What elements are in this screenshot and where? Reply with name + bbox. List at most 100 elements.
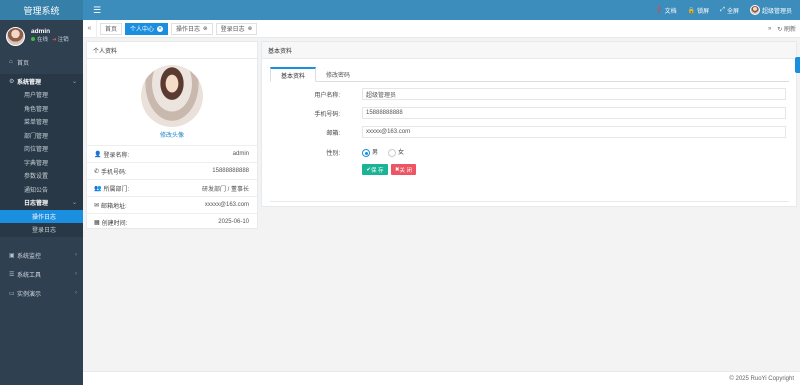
tab-basic-info[interactable]: 基本资料 — [270, 67, 317, 82]
list-item: ✆ 手机号码: 15888888888 — [87, 162, 257, 179]
online-status: 在线 — [31, 36, 48, 45]
list-item: ✉ 邮箱地址: xxxxx@163.com — [87, 196, 257, 213]
sidebar-item-posts[interactable]: 岗位管理 — [0, 142, 83, 156]
sidebar: 管理系统 admin 在线 ➜注销 ⌂ 首页 ⚙ 系统管理 ⌄ 用户管理 角色管理 菜… — [0, 0, 83, 385]
envelope-icon: ✉ — [94, 202, 100, 209]
group-icon: 👥 — [94, 185, 102, 192]
list-item: 👥 所属部门: 研发部门 / 董事长 — [87, 179, 257, 196]
video-icon: ▣ — [9, 252, 15, 259]
gender-radio-group: 男 女 — [362, 147, 404, 157]
refresh-icon: ↻ — [777, 27, 783, 33]
name-label: 用户名称: — [314, 92, 340, 99]
sidebar-nav-bottom: ▣ 系统监控 ‹ ☰ 系统工具 ‹ ▭ 实例演示 ‹ — [0, 246, 83, 303]
doc-button[interactable]: ❓ 文档 — [655, 6, 677, 15]
sidebar-item-operlog[interactable]: 操作日志 — [0, 209, 83, 223]
user-menu[interactable]: 超级管理员 — [749, 5, 792, 15]
close-icon[interactable]: ⊗ — [203, 26, 208, 32]
page-tabs: « 首页 个人中心 ✕ 操作日志 ⊗ 登录日志 ⊗ » ↻ 刷新 — [83, 19, 800, 38]
profile-info-list: 👤 登录名称: admin ✆ 手机号码: 15888888888 👥 所属部门: 研发部门… — [87, 145, 257, 230]
topbar-actions: ❓ 文档 🔒 锁屏 ⤢ 全屏 超级管理员 — [655, 0, 792, 20]
change-avatar-link[interactable]: 修改头像 — [87, 130, 257, 139]
email-field[interactable]: xxxxx@163.com — [362, 126, 786, 138]
avatar — [749, 5, 760, 15]
phone-icon: ✆ — [94, 168, 100, 175]
side-settings-tab[interactable] — [795, 57, 800, 73]
tab-home[interactable]: 首页 — [100, 22, 123, 35]
sidebar-item-menus[interactable]: 菜单管理 — [0, 115, 83, 129]
gear-icon: ⚙ — [9, 78, 15, 85]
footer: © 2025 RuoYi Copyright — [83, 371, 800, 385]
phone-field[interactable]: 15888888888 — [362, 107, 786, 119]
home-icon: ⌂ — [9, 59, 13, 65]
form-row-email: 邮箱: xxxxx@163.com — [262, 126, 798, 138]
chevron-down-icon: ⌄ — [71, 78, 77, 85]
user-name-field[interactable]: 超级管理员 — [362, 88, 786, 100]
form-row-gender: 性别: 男 女 — [262, 146, 798, 158]
gender-female-radio[interactable]: 女 — [388, 147, 404, 157]
sidebar-item-config[interactable]: 参数设置 — [0, 169, 83, 183]
chevron-down-icon: ⌄ — [71, 200, 77, 207]
topbar: ☰ ❓ 文档 🔒 锁屏 ⤢ 全屏 超级管理员 — [83, 0, 800, 20]
email-label: 邮箱: — [326, 130, 340, 137]
calendar-icon: ▦ — [94, 219, 100, 226]
copyright: © 2025 RuoYi Copyright — [729, 375, 794, 382]
basic-tabs: 基本资料 修改密码 — [270, 67, 789, 82]
tab-logininfo[interactable]: 登录日志 ⊗ — [215, 22, 258, 35]
sidebar-item-tools[interactable]: ☰ 系统工具 ‹ — [0, 265, 83, 284]
sidebar-item-roles[interactable]: 角色管理 — [0, 102, 83, 116]
sidebar-item-dict[interactable]: 字典管理 — [0, 156, 83, 170]
online-dot-icon — [31, 37, 35, 41]
refresh-button[interactable]: ↻ 刷新 — [777, 24, 796, 33]
system-submenu: 用户管理 角色管理 菜单管理 部门管理 岗位管理 字典管理 参数设置 通知公告 … — [0, 88, 83, 237]
menu-toggle-icon[interactable]: ☰ — [93, 5, 101, 16]
close-button[interactable]: ✖ 关 闭 — [391, 164, 416, 175]
user-name: admin — [31, 28, 51, 35]
sidebar-item-logininfo[interactable]: 登录日志 — [0, 223, 83, 237]
fullscreen-button[interactable]: ⤢ 全屏 — [720, 6, 739, 15]
close-icon[interactable]: ✕ — [157, 25, 164, 32]
sidebar-nav: ⌂ 首页 ⚙ 系统管理 ⌄ — [0, 55, 83, 88]
form-row-phone: 手机号码: 15888888888 — [262, 107, 798, 119]
sidebar-item-depts[interactable]: 部门管理 — [0, 129, 83, 143]
logout-icon: ➜ — [52, 37, 57, 43]
lock-icon: 🔒 — [687, 7, 696, 14]
desktop-icon: ▭ — [9, 290, 15, 297]
gender-male-radio[interactable]: 男 — [362, 147, 378, 157]
profile-card: 个人资料 修改头像 👤 登录名称: admin ✆ 手机号码: 15888888888 … — [86, 41, 258, 229]
sidebar-item-home[interactable]: ⌂ 首页 — [0, 55, 83, 69]
close-icon[interactable]: ⊗ — [248, 26, 253, 32]
user-icon: 👤 — [94, 151, 102, 158]
question-icon: ❓ — [655, 7, 663, 14]
basic-card-title: 基本资料 — [262, 42, 796, 59]
sidebar-item-system[interactable]: ⚙ 系统管理 ⌄ — [0, 74, 83, 88]
user-panel: admin 在线 ➜注销 — [0, 20, 83, 52]
sidebar-item-demo[interactable]: ▭ 实例演示 ‹ — [0, 284, 83, 303]
fullscreen-icon: ⤢ — [720, 6, 725, 13]
sidebar-item-notice[interactable]: 通知公告 — [0, 183, 83, 197]
save-button[interactable]: ✔ 保 存 — [362, 164, 388, 175]
sidebar-item-logs[interactable]: 日志管理 ⌄ — [0, 196, 83, 210]
lock-button[interactable]: 🔒 锁屏 — [688, 6, 710, 15]
sidebar-item-users[interactable]: 用户管理 — [0, 88, 83, 102]
divider — [270, 201, 789, 202]
tab-operlog[interactable]: 操作日志 ⊗ — [171, 22, 213, 35]
tabs-scroll-right-icon[interactable]: » — [768, 26, 771, 32]
form-row-name: 用户名称: 超级管理员 — [262, 88, 798, 100]
list-item: ▦ 创建时间: 2025-06-10 — [87, 213, 257, 230]
tabs-right-actions: » ↻ 刷新 — [768, 24, 796, 34]
list-item: 👤 登录名称: admin — [87, 145, 257, 162]
app-title: 管理系统 — [0, 0, 83, 20]
sidebar-item-monitor[interactable]: ▣ 系统监控 ‹ — [0, 246, 83, 265]
basic-info-card: 基本资料 基本资料 修改密码 用户名称: 超级管理员 手机号码: 1588888… — [261, 41, 797, 207]
tab-profile[interactable]: 个人中心 ✕ — [125, 22, 169, 35]
logout-link[interactable]: ➜注销 — [52, 36, 69, 45]
tab-change-password[interactable]: 修改密码 — [316, 67, 360, 82]
phone-label: 手机号码: — [314, 111, 340, 118]
avatar[interactable] — [6, 26, 25, 46]
profile-card-title: 个人资料 — [87, 42, 257, 59]
gender-label: 性别: — [326, 150, 340, 157]
chevron-left-icon: ‹ — [75, 252, 77, 258]
chevron-left-icon: ‹ — [75, 290, 77, 296]
tabs-scroll-left-icon[interactable]: « — [83, 19, 97, 38]
profile-photo[interactable] — [141, 65, 203, 127]
